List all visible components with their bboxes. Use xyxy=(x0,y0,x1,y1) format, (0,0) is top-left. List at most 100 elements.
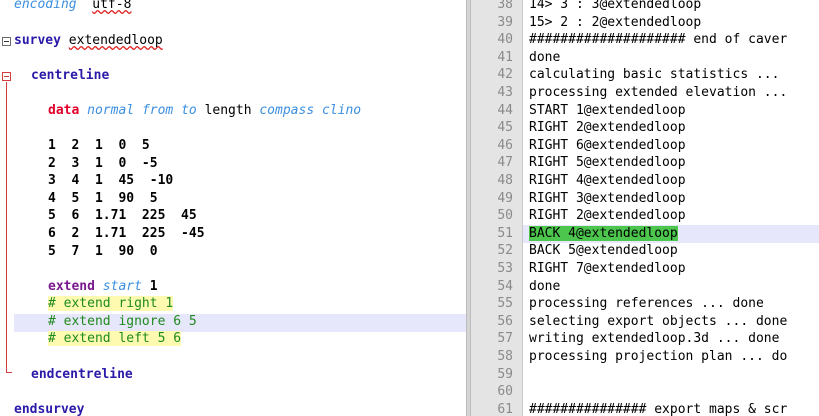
log-line: writing extendedloop.3d ... done xyxy=(529,330,779,348)
log-line-text: RIGHT 7@extendedloop xyxy=(529,261,686,276)
endsurvey-keyword: endsurvey xyxy=(14,402,85,416)
extend-start: start xyxy=(102,279,142,294)
line-number: 46 xyxy=(497,137,513,153)
source-editor-pane[interactable]: encoding utf-8 survey extendedloop centr… xyxy=(0,0,466,416)
fold-centreline-icon[interactable] xyxy=(2,72,11,81)
line-number: 51 xyxy=(497,225,513,241)
log-line: RIGHT 4@extendedloop xyxy=(529,172,686,190)
line-number: 41 xyxy=(497,49,513,65)
extend-line: extend start 1 xyxy=(48,278,158,296)
log-line-text: RIGHT 4@extendedloop xyxy=(529,173,686,188)
data-row: 6 2 1.71 225 -45 xyxy=(48,225,205,241)
log-line-text: selecting export objects ... done xyxy=(529,313,788,329)
survey-name: extendedloop xyxy=(68,33,163,48)
endcentreline-keyword: endcentreline xyxy=(31,367,133,382)
log-line: START 1@extendedloop xyxy=(529,102,686,120)
log-line: BACK 4@extendedloop xyxy=(529,225,678,243)
log-line: RIGHT 3@extendedloop xyxy=(529,190,686,208)
data-row: 5 6 1.71 225 45 xyxy=(48,208,197,224)
log-line: RIGHT 7@extendedloop xyxy=(529,260,686,278)
line-number: 56 xyxy=(497,313,513,329)
log-line-text: RIGHT 2@extendedloop xyxy=(529,208,686,224)
line-number: 38 xyxy=(497,0,513,12)
line-number: 47 xyxy=(497,155,513,171)
line-number: 57 xyxy=(497,331,513,347)
comment-line: # extend left 5 6 xyxy=(48,331,182,347)
data-clino: clino xyxy=(321,103,362,118)
fold-guide-line xyxy=(6,82,7,372)
line-number: 55 xyxy=(497,296,513,312)
log-line-text: done xyxy=(529,49,561,65)
line-number: 60 xyxy=(497,384,513,400)
endsurvey-line: endsurvey xyxy=(14,401,84,416)
data-row: 4 5 1 90 5 xyxy=(48,190,158,206)
line-number: 39 xyxy=(497,14,513,30)
line-number: 58 xyxy=(497,349,513,364)
centreline-line: centreline xyxy=(31,67,109,85)
data-line: data normal from to length compass clino xyxy=(48,102,361,120)
log-line-text: BACK 5@extendedloop xyxy=(529,243,678,259)
log-line-text: processing projection plan ... do xyxy=(529,349,788,364)
line-number: 44 xyxy=(497,102,513,118)
log-line: done xyxy=(529,278,560,296)
log-line-text: done xyxy=(529,278,561,294)
data-style: normal xyxy=(87,103,135,118)
selected-text: BACK 4@extendedloop xyxy=(529,225,678,241)
encoding-keyword: encoding xyxy=(14,0,77,12)
log-line: done xyxy=(529,49,560,67)
line-number: 49 xyxy=(497,190,513,206)
log-line-text: RIGHT 5@extendedloop xyxy=(529,155,686,171)
extend-value: 1 xyxy=(149,279,158,294)
log-line: selecting export objects ... done xyxy=(529,313,787,331)
log-line: 15> 2 : 2@extendedloop xyxy=(529,14,701,32)
log-line: RIGHT 2@extendedloop xyxy=(529,119,686,137)
data-to: to xyxy=(181,103,197,118)
comment-block: # extend right 1 # extend ignore 6 5 # ext… xyxy=(48,295,197,348)
line-number: 45 xyxy=(497,120,513,136)
extend-keyword: extend xyxy=(48,279,95,294)
data-rows: 1 2 1 0 5 2 3 1 0 -5 3 4 1 45 -10 4 5 1 90 … xyxy=(48,137,205,260)
line-number: 40 xyxy=(497,32,513,48)
fold-end-mark xyxy=(6,372,12,373)
log-line-text: writing extendedloop.3d ... done xyxy=(529,331,780,347)
log-line: #################### end of caver xyxy=(529,31,787,49)
log-line: RIGHT 5@extendedloop xyxy=(529,154,686,172)
line-number: 43 xyxy=(497,85,513,100)
encoding-value: utf-8 xyxy=(92,0,132,12)
log-output-pane[interactable]: 38 14> 3 : 3@extendedloop 39 15> 2 : 2@exte… xyxy=(471,0,819,416)
comment-line: # extend ignore 6 5 xyxy=(48,313,197,329)
data-length: length xyxy=(204,103,252,118)
line-number: 54 xyxy=(497,278,513,294)
log-line: processing references ... done xyxy=(529,295,764,313)
log-line-text: 14> 3 : 3@extendedloop xyxy=(529,0,702,12)
log-line: ############### export maps & scr xyxy=(529,401,787,416)
survey-keyword: survey xyxy=(14,33,61,48)
comment-line: # extend right 1 xyxy=(48,296,174,311)
log-line-text: ############### export maps & scr xyxy=(529,401,788,416)
line-number: 48 xyxy=(497,173,513,188)
log-line: 14> 3 : 3@extendedloop xyxy=(529,0,701,14)
data-row: 3 4 1 45 -10 xyxy=(48,173,174,189)
log-line-text: START 1@extendedloop xyxy=(529,102,686,118)
log-line: processing extended elevation ... xyxy=(529,84,787,102)
line-number: 50 xyxy=(497,208,513,224)
log-line-text: processing references ... done xyxy=(529,296,764,312)
data-keyword: data xyxy=(48,103,80,118)
log-line-text: 15> 2 : 2@extendedloop xyxy=(529,14,702,30)
log-line-text: RIGHT 6@extendedloop xyxy=(529,137,686,153)
line-number: 61 xyxy=(497,401,513,416)
data-compass: compass xyxy=(259,103,315,118)
line-number: 42 xyxy=(497,67,513,83)
log-line: BACK 5@extendedloop xyxy=(529,242,678,260)
log-line-text: RIGHT 3@extendedloop xyxy=(529,190,686,206)
log-line: RIGHT 6@extendedloop xyxy=(529,137,686,155)
line-number: 53 xyxy=(497,261,513,276)
line-number: 59 xyxy=(497,366,513,382)
log-line-text: calculating basic statistics ... xyxy=(529,67,780,83)
log-line-text: #################### end of caver xyxy=(529,32,788,48)
data-row: 1 2 1 0 5 xyxy=(48,138,150,153)
fold-survey-icon[interactable] xyxy=(2,37,11,46)
line-number: 52 xyxy=(497,243,513,259)
data-from: from xyxy=(141,103,174,118)
log-line-text: RIGHT 2@extendedloop xyxy=(529,120,686,136)
